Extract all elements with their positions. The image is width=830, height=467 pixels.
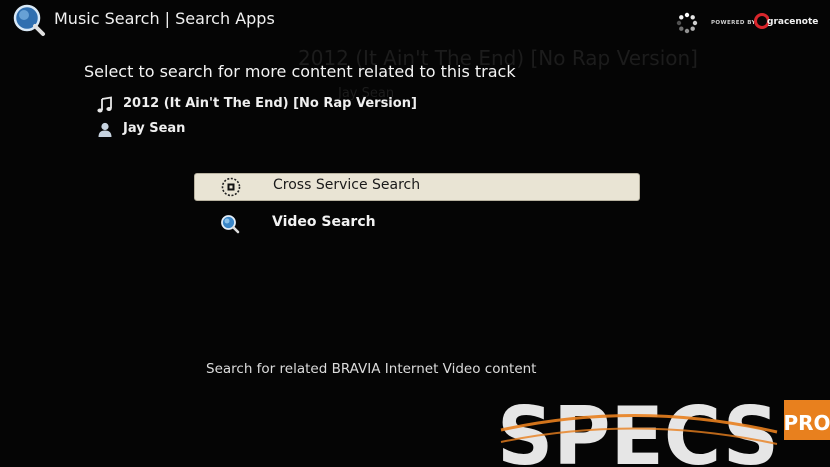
search-icon xyxy=(221,215,240,234)
app-title: Music Search | Search Apps xyxy=(54,9,275,28)
powered-by-label: POWERED BY xyxy=(711,20,756,26)
gracenote-logo-text: gracenote xyxy=(767,17,819,27)
cross-service-search-button[interactable]: Cross Service Search xyxy=(194,173,640,201)
video-search-button[interactable]: Video Search xyxy=(194,211,638,237)
cross-service-icon xyxy=(221,177,241,197)
music-search-icon xyxy=(13,4,45,36)
loading-spinner-icon xyxy=(676,12,698,34)
video-search-label: Video Search xyxy=(272,214,376,230)
item-description: Search for related BRAVIA Internet Video… xyxy=(206,361,537,377)
music-note-icon xyxy=(97,96,112,113)
artist-name: Jay Sean xyxy=(123,121,186,136)
specspro-watermark-logo: SPECS PRO xyxy=(497,392,830,467)
cross-service-search-label: Cross Service Search xyxy=(273,177,421,193)
svg-text:PRO: PRO xyxy=(783,411,830,435)
track-title: 2012 (It Ain't The End) [No Rap Version] xyxy=(123,96,417,111)
header-bar: Music Search | Search Apps POWERED BY gr… xyxy=(0,0,830,40)
page-heading: Select to search for more content relate… xyxy=(84,62,516,81)
person-icon xyxy=(98,122,112,137)
